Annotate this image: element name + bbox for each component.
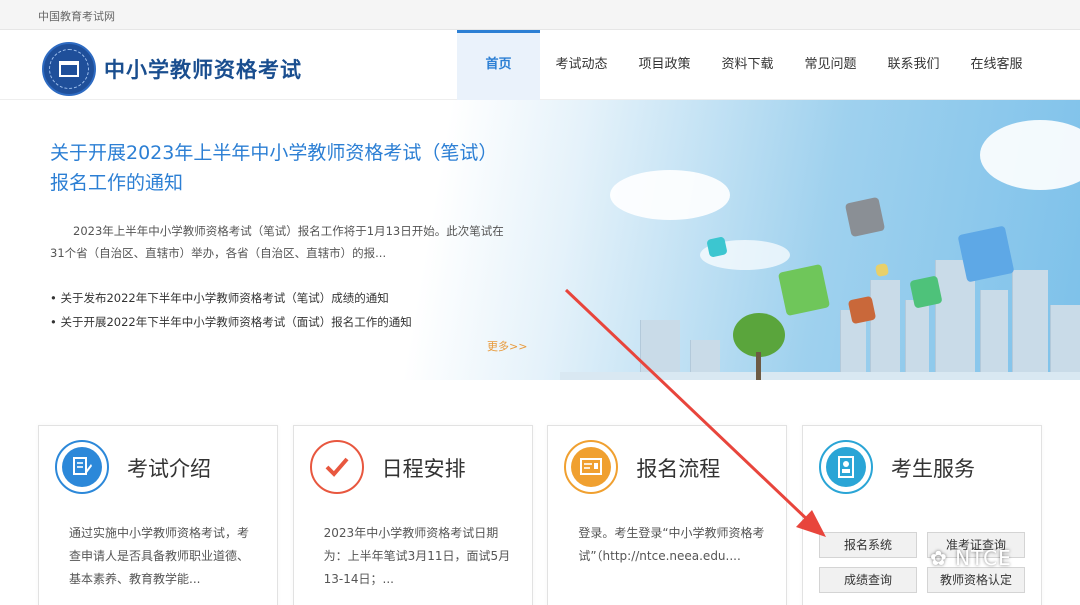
document-edit-icon <box>62 447 102 487</box>
tree-decoration <box>733 313 785 357</box>
nav-contact[interactable]: 联系我们 <box>872 30 955 100</box>
news-link[interactable]: 关于开展2022年下半年中小学教师资格考试（面试）报名工作的通知 <box>50 310 411 334</box>
score-query-button[interactable]: 成绩查询 <box>818 567 917 593</box>
card-title: 考生服务 <box>890 457 975 481</box>
site-logo-icon[interactable] <box>42 42 96 96</box>
card-desc: 2023年中小学教师资格考试日期为：上半年笔试3月11日，面试5月13-14日；… <box>323 526 511 586</box>
nav-downloads[interactable]: 资料下载 <box>706 30 789 100</box>
news-list: 关于发布2022年下半年中小学教师资格考试（笔试）成绩的通知 关于开展2022年… <box>50 286 412 334</box>
tree-trunk <box>756 352 761 380</box>
card-schedule[interactable]: 日程安排 2023年中小学教师资格考试日期为：上半年笔试3月11日，面试5月13… <box>292 425 533 605</box>
card-icon-ring <box>818 440 873 494</box>
city-building <box>640 320 680 380</box>
cube-decoration <box>957 225 1015 283</box>
service-cards: 考试介绍 通过实施中小学教师资格考试，考查申请人是否具备教师职业道德、基本素养、… <box>38 425 1042 605</box>
card-icon-ring <box>309 440 364 494</box>
brand-title[interactable]: 中小学教师资格考试 <box>104 54 302 84</box>
city-building <box>870 280 900 380</box>
site-name[interactable]: 中国教育考试网 <box>38 10 115 23</box>
cloud-decoration <box>980 120 1080 190</box>
card-icon-ring <box>564 440 619 494</box>
card-exam-intro[interactable]: 考试介绍 通过实施中小学教师资格考试，考查申请人是否具备教师职业道德、基本素养、… <box>38 425 278 605</box>
city-building <box>1012 270 1048 380</box>
cube-decoration <box>874 262 890 278</box>
city-building <box>905 300 929 380</box>
top-bar: 中国教育考试网 <box>0 0 1080 30</box>
nav-home[interactable]: 首页 <box>457 30 540 100</box>
card-desc: 登录。考生登录“中小学教师资格考试”（http://ntce.neea.edu.… <box>578 526 765 563</box>
news-headline[interactable]: 关于开展2023年上半年中小学教师资格考试（笔试）报名工作的通知 <box>50 138 510 198</box>
cube-decoration <box>844 196 886 238</box>
registration-system-button[interactable]: 报名系统 <box>818 532 917 558</box>
news-summary: 2023年上半年中小学教师资格考试（笔试）报名工作将于1月13日开始。此次笔试在… <box>50 224 504 260</box>
card-icon-ring <box>55 440 109 494</box>
card-candidate-services: 考生服务 报名系统 准考证查询 成绩查询 教师资格认定 <box>801 425 1042 605</box>
nav-online-service[interactable]: 在线客服 <box>955 30 1038 100</box>
logo-book <box>59 61 79 77</box>
id-card-icon <box>825 447 866 487</box>
cube-decoration <box>706 236 728 258</box>
site-header: 中小学教师资格考试 首页 考试动态 项目政策 资料下载 常见问题 联系我们 在线… <box>0 30 1080 100</box>
watermark-text: NTCE <box>955 546 1012 570</box>
nav-faq[interactable]: 常见问题 <box>789 30 872 100</box>
cube-decoration <box>777 263 831 317</box>
card-registration-process[interactable]: 报名流程 登录。考生登录“中小学教师资格考试”（http://ntce.neea… <box>547 425 788 605</box>
teacher-certification-button[interactable]: 教师资格认定 <box>926 567 1025 593</box>
card-title: 考试介绍 <box>127 457 211 481</box>
card-title: 报名流程 <box>636 457 721 481</box>
news-link[interactable]: 关于发布2022年下半年中小学教师资格考试（笔试）成绩的通知 <box>50 286 412 310</box>
hero-banner: 关于开展2023年上半年中小学教师资格考试（笔试）报名工作的通知 2023年上半… <box>0 100 1080 380</box>
nav-policy[interactable]: 项目政策 <box>623 30 706 100</box>
main-nav: 首页 考试动态 项目政策 资料下载 常见问题 联系我们 在线客服 <box>457 30 1038 100</box>
card-title: 日程安排 <box>381 457 466 481</box>
checkmark-icon <box>316 447 357 487</box>
cloud-decoration <box>610 170 730 220</box>
nav-exam-news[interactable]: 考试动态 <box>540 30 623 100</box>
more-link[interactable]: 更多>> <box>487 338 527 354</box>
ground-strip <box>560 372 1080 380</box>
form-icon <box>571 447 612 487</box>
card-desc: 通过实施中小学教师资格考试，考查申请人是否具备教师职业道德、基本素养、教育教学能… <box>69 526 250 586</box>
cube-decoration <box>909 275 943 309</box>
ntce-watermark: ✿ NTCE <box>930 546 1012 570</box>
cube-decoration <box>847 295 877 325</box>
city-building <box>1050 305 1080 380</box>
city-building <box>980 290 1008 380</box>
